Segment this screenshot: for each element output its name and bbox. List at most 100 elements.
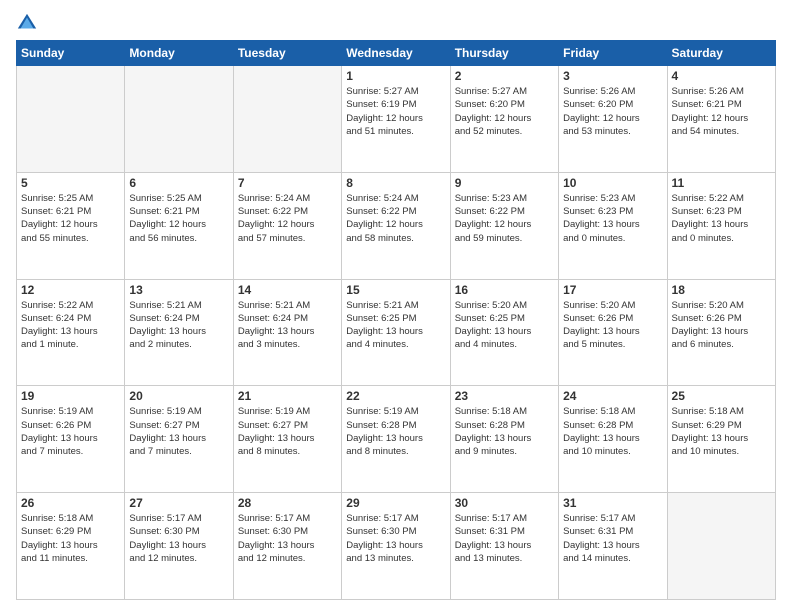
calendar-cell: 22Sunrise: 5:19 AM Sunset: 6:28 PM Dayli… [342,386,450,493]
day-number: 1 [346,69,445,83]
day-number: 13 [129,283,228,297]
day-info: Sunrise: 5:18 AM Sunset: 6:29 PM Dayligh… [672,405,771,458]
day-info: Sunrise: 5:26 AM Sunset: 6:20 PM Dayligh… [563,85,662,138]
calendar-cell: 31 Sunrise: 5:17 AM Sunset: 6:31 PM Dayli… [559,493,667,600]
day-info: Sunrise: 5:21 AM Sunset: 6:24 PM Dayligh… [238,299,337,352]
calendar-cell: 10 Sunrise: 5:23 AM Sunset: 6:23 PM Dayli… [559,172,667,279]
calendar-cell: 17 Sunrise: 5:20 AM Sunset: 6:26 PM Dayli… [559,279,667,386]
day-info: Sunrise: 5:23 AM Sunset: 6:23 PM Dayligh… [563,192,662,245]
day-info: Sunrise: 5:17 AM Sunset: 6:30 PM Dayligh… [346,512,445,565]
calendar-cell: 20 Sunrise: 5:19 AM Sunset: 6:27 PM Dayli… [125,386,233,493]
calendar-header-tuesday: Tuesday [233,41,341,66]
day-info: Sunrise: 5:18 AM Sunset: 6:29 PM Dayligh… [21,512,120,565]
logo [16,12,42,34]
day-info: Sunrise: 5:17 AM Sunset: 6:30 PM Dayligh… [238,512,337,565]
day-info: Sunrise: 5:19 AM Sunset: 6:26 PM Dayligh… [21,405,120,458]
week-row-5: 26 Sunrise: 5:18 AM Sunset: 6:29 PM Dayli… [17,493,776,600]
calendar-cell: 21 Sunrise: 5:19 AM Sunset: 6:27 PM Dayli… [233,386,341,493]
calendar-cell: 4Sunrise: 5:26 AM Sunset: 6:21 PM Daylig… [667,66,775,173]
day-number: 9 [455,176,554,190]
calendar-cell: 1 Sunrise: 5:27 AM Sunset: 6:19 PM Daylig… [342,66,450,173]
day-number: 29 [346,496,445,510]
day-number: 12 [21,283,120,297]
week-row-2: 5 Sunrise: 5:25 AM Sunset: 6:21 PM Daylig… [17,172,776,279]
calendar-header-monday: Monday [125,41,233,66]
day-number: 20 [129,389,228,403]
calendar-cell: 5 Sunrise: 5:25 AM Sunset: 6:21 PM Daylig… [17,172,125,279]
day-info: Sunrise: 5:21 AM Sunset: 6:24 PM Dayligh… [129,299,228,352]
calendar-cell: 2Sunrise: 5:27 AM Sunset: 6:20 PM Daylig… [450,66,558,173]
calendar-cell: 8 Sunrise: 5:24 AM Sunset: 6:22 PM Daylig… [342,172,450,279]
week-row-1: 1 Sunrise: 5:27 AM Sunset: 6:19 PM Daylig… [17,66,776,173]
calendar-header-sunday: Sunday [17,41,125,66]
calendar-header-row: SundayMondayTuesdayWednesdayThursdayFrid… [17,41,776,66]
week-row-4: 19 Sunrise: 5:19 AM Sunset: 6:26 PM Dayli… [17,386,776,493]
calendar-cell: 13 Sunrise: 5:21 AM Sunset: 6:24 PM Dayli… [125,279,233,386]
calendar-cell: 16 Sunrise: 5:20 AM Sunset: 6:25 PM Dayli… [450,279,558,386]
calendar-cell: 24Sunrise: 5:18 AM Sunset: 6:28 PM Dayli… [559,386,667,493]
calendar-header-thursday: Thursday [450,41,558,66]
calendar-cell: 15 Sunrise: 5:21 AM Sunset: 6:25 PM Dayli… [342,279,450,386]
day-number: 27 [129,496,228,510]
day-info: Sunrise: 5:19 AM Sunset: 6:27 PM Dayligh… [129,405,228,458]
header [16,12,776,34]
day-info: Sunrise: 5:24 AM Sunset: 6:22 PM Dayligh… [346,192,445,245]
calendar-cell: 14 Sunrise: 5:21 AM Sunset: 6:24 PM Dayli… [233,279,341,386]
day-number: 5 [21,176,120,190]
day-number: 3 [563,69,662,83]
day-number: 4 [672,69,771,83]
day-info: Sunrise: 5:17 AM Sunset: 6:30 PM Dayligh… [129,512,228,565]
calendar-cell [17,66,125,173]
day-number: 19 [21,389,120,403]
calendar-cell: 23Sunrise: 5:18 AM Sunset: 6:28 PM Dayli… [450,386,558,493]
calendar-cell: 3 Sunrise: 5:26 AM Sunset: 6:20 PM Daylig… [559,66,667,173]
day-info: Sunrise: 5:27 AM Sunset: 6:20 PM Dayligh… [455,85,554,138]
day-number: 15 [346,283,445,297]
day-number: 6 [129,176,228,190]
day-info: Sunrise: 5:20 AM Sunset: 6:26 PM Dayligh… [672,299,771,352]
day-number: 31 [563,496,662,510]
calendar-cell [125,66,233,173]
calendar-header-saturday: Saturday [667,41,775,66]
day-info: Sunrise: 5:22 AM Sunset: 6:24 PM Dayligh… [21,299,120,352]
day-info: Sunrise: 5:25 AM Sunset: 6:21 PM Dayligh… [21,192,120,245]
logo-icon [16,12,38,34]
calendar-cell: 29 Sunrise: 5:17 AM Sunset: 6:30 PM Dayli… [342,493,450,600]
day-number: 16 [455,283,554,297]
calendar-cell: 7 Sunrise: 5:24 AM Sunset: 6:22 PM Daylig… [233,172,341,279]
day-number: 11 [672,176,771,190]
day-info: Sunrise: 5:17 AM Sunset: 6:31 PM Dayligh… [563,512,662,565]
day-number: 23 [455,389,554,403]
day-info: Sunrise: 5:20 AM Sunset: 6:26 PM Dayligh… [563,299,662,352]
calendar-cell: 12 Sunrise: 5:22 AM Sunset: 6:24 PM Dayli… [17,279,125,386]
day-number: 17 [563,283,662,297]
day-number: 22 [346,389,445,403]
calendar-cell: 27 Sunrise: 5:17 AM Sunset: 6:30 PM Dayli… [125,493,233,600]
day-info: Sunrise: 5:25 AM Sunset: 6:21 PM Dayligh… [129,192,228,245]
calendar-header-wednesday: Wednesday [342,41,450,66]
day-info: Sunrise: 5:18 AM Sunset: 6:28 PM Dayligh… [563,405,662,458]
day-info: Sunrise: 5:21 AM Sunset: 6:25 PM Dayligh… [346,299,445,352]
day-number: 14 [238,283,337,297]
day-number: 21 [238,389,337,403]
calendar-cell: 28Sunrise: 5:17 AM Sunset: 6:30 PM Dayli… [233,493,341,600]
day-info: Sunrise: 5:24 AM Sunset: 6:22 PM Dayligh… [238,192,337,245]
day-number: 18 [672,283,771,297]
day-info: Sunrise: 5:23 AM Sunset: 6:22 PM Dayligh… [455,192,554,245]
calendar-cell: 9 Sunrise: 5:23 AM Sunset: 6:22 PM Daylig… [450,172,558,279]
day-number: 26 [21,496,120,510]
day-info: Sunrise: 5:20 AM Sunset: 6:25 PM Dayligh… [455,299,554,352]
calendar-cell: 26 Sunrise: 5:18 AM Sunset: 6:29 PM Dayli… [17,493,125,600]
calendar-cell [233,66,341,173]
calendar-table: SundayMondayTuesdayWednesdayThursdayFrid… [16,40,776,600]
day-number: 8 [346,176,445,190]
calendar-header-friday: Friday [559,41,667,66]
calendar-cell: 19 Sunrise: 5:19 AM Sunset: 6:26 PM Dayli… [17,386,125,493]
calendar-cell: 11Sunrise: 5:22 AM Sunset: 6:23 PM Dayli… [667,172,775,279]
day-info: Sunrise: 5:27 AM Sunset: 6:19 PM Dayligh… [346,85,445,138]
day-number: 7 [238,176,337,190]
page: SundayMondayTuesdayWednesdayThursdayFrid… [0,0,792,612]
day-number: 10 [563,176,662,190]
calendar-cell [667,493,775,600]
day-info: Sunrise: 5:19 AM Sunset: 6:27 PM Dayligh… [238,405,337,458]
